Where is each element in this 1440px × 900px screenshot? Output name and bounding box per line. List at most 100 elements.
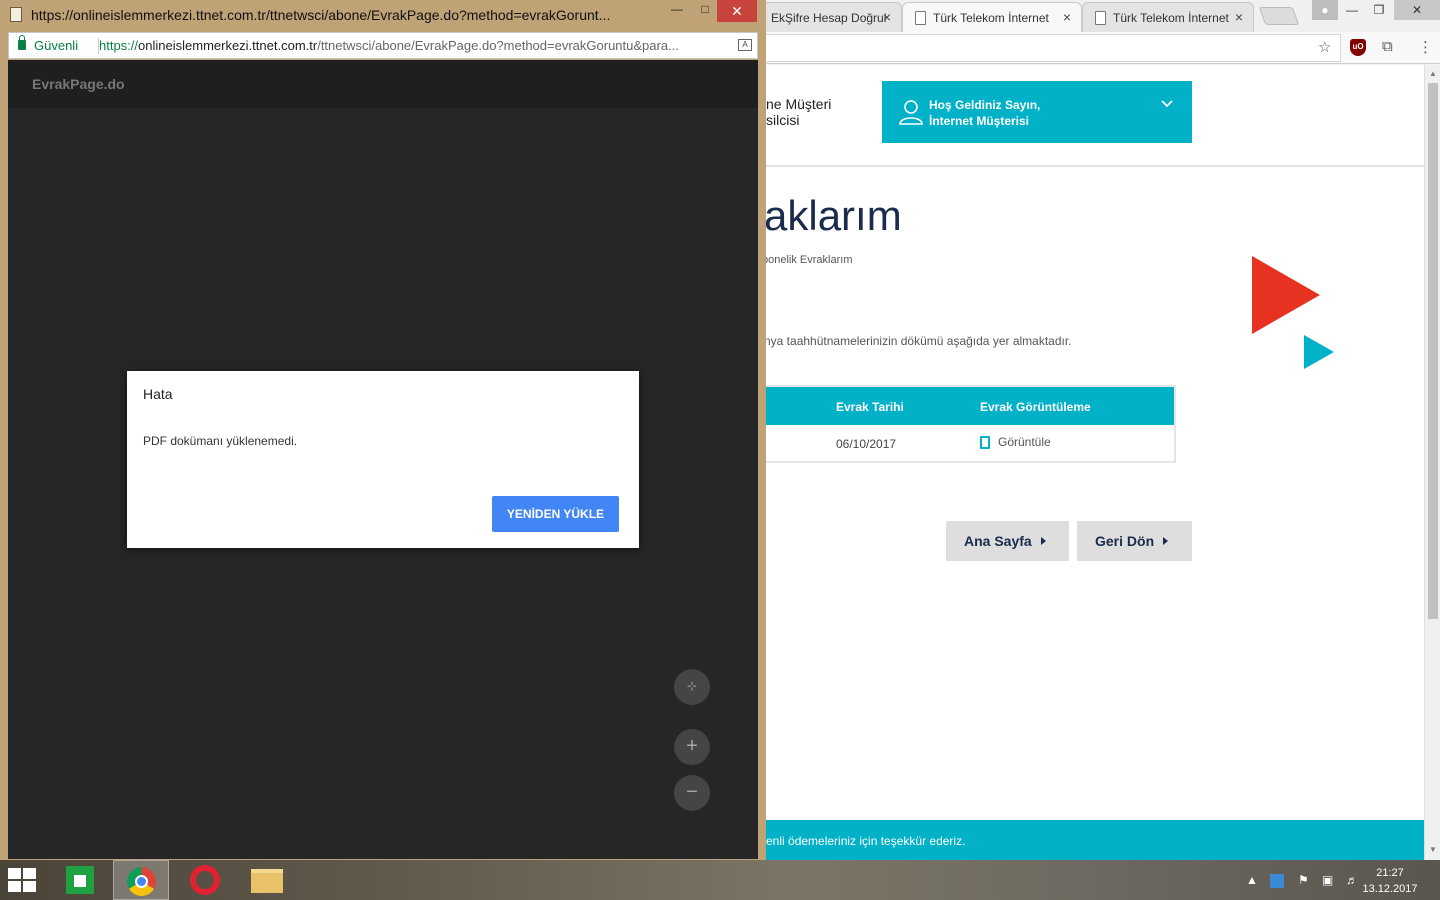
home-button[interactable]: Ana Sayfa bbox=[946, 521, 1069, 561]
tab-turk-telekom-active[interactable]: Türk Telekom İnternet × bbox=[902, 2, 1082, 32]
windows-start-icon[interactable] bbox=[8, 868, 38, 892]
teal-triangle-decoration bbox=[1304, 335, 1334, 369]
column-header-date: Evrak Tarihi bbox=[836, 400, 904, 414]
lock-icon bbox=[18, 35, 26, 50]
breadcrumb: bonelik Evraklarım bbox=[762, 254, 853, 266]
zoom-in-icon[interactable]: + bbox=[674, 729, 710, 765]
page-scrollbar[interactable]: ▲ ▼ bbox=[1424, 65, 1440, 860]
column-header-view: Evrak Görüntüleme bbox=[980, 400, 1091, 414]
pdf-toolbar: EvrakPage.do bbox=[8, 60, 758, 108]
welcome-line-2: İnternet Müşterisi bbox=[929, 114, 1030, 128]
popup-window: https://onlineislemmerkezi.ttnet.com.tr/… bbox=[0, 0, 766, 866]
store-icon bbox=[66, 866, 94, 894]
network-app-icon[interactable] bbox=[1270, 874, 1284, 888]
main-toolbar: ☆ uO ⧉ ⋮ bbox=[766, 32, 1440, 64]
tab-label: EkŞifre Hesap Doğrul bbox=[771, 11, 887, 25]
reload-button[interactable]: YENİDEN YÜKLE bbox=[492, 496, 619, 532]
agent-line-1: ne Müşteri bbox=[766, 96, 832, 112]
table-row: 06/10/2017 Görüntüle bbox=[766, 425, 1174, 461]
star-icon[interactable]: ☆ bbox=[1318, 38, 1331, 56]
close-icon[interactable]: ✕ bbox=[1394, 0, 1440, 20]
page-header: ne Müşteri silcisi Hoş Geldiniz Sayın, İ… bbox=[766, 65, 1424, 167]
clock-date: 13.12.2017 bbox=[1362, 883, 1418, 895]
tab-label: Türk Telekom İnternet bbox=[1113, 11, 1229, 25]
welcome-text: Hoş Geldiniz Sayın, İnternet Müşterisi bbox=[929, 97, 1040, 129]
popup-title: https://onlineislemmerkezi.ttnet.com.tr/… bbox=[31, 7, 611, 23]
volume-icon[interactable]: ♬ bbox=[1346, 873, 1358, 887]
new-tab-button[interactable] bbox=[1258, 7, 1300, 25]
table-header: Evrak Tarihi Evrak Görüntüleme bbox=[766, 387, 1174, 425]
page-title: aklarım bbox=[764, 192, 902, 239]
scroll-up-icon[interactable]: ▲ bbox=[1429, 69, 1437, 78]
taskbar-store[interactable] bbox=[52, 860, 108, 900]
maximize-icon[interactable]: □ bbox=[692, 2, 718, 22]
zoom-out-icon[interactable]: − bbox=[674, 775, 710, 811]
tab-close-icon[interactable]: × bbox=[1063, 9, 1071, 25]
clock-time: 21:27 bbox=[1376, 867, 1404, 879]
dialog-message: PDF dokümanı yüklenemedi. bbox=[143, 434, 298, 448]
user-profile-icon[interactable]: ● bbox=[1312, 0, 1338, 20]
view-document-link[interactable]: Görüntüle bbox=[980, 435, 1051, 449]
close-icon[interactable]: ✕ bbox=[717, 0, 757, 22]
taskbar: ▲ ⚑ ▣ ♬ 21:27 13.12.2017 bbox=[0, 860, 1440, 900]
action-center-flag-icon[interactable]: ⚑ bbox=[1298, 873, 1309, 887]
chevron-down-icon bbox=[1161, 100, 1173, 108]
url-path: /ttnetwsci/abone/EvrakPage.do?method=evr… bbox=[317, 38, 679, 53]
chrome-icon bbox=[127, 867, 156, 896]
address-bar[interactable] bbox=[766, 34, 1341, 62]
opera-icon bbox=[190, 865, 220, 895]
dialog-title: Hata bbox=[143, 386, 173, 402]
scroll-down-icon[interactable]: ▼ bbox=[1429, 845, 1437, 854]
tab-turk-telekom[interactable]: Türk Telekom İnternet × bbox=[1082, 2, 1254, 32]
page-icon bbox=[1095, 11, 1106, 25]
red-triangle-decoration bbox=[1252, 256, 1320, 334]
web-page: ne Müşteri silcisi Hoş Geldiniz Sayın, İ… bbox=[762, 65, 1424, 860]
popup-address-bar[interactable]: Güvenli https://onlineislemmerkezi.ttnet… bbox=[8, 32, 758, 59]
taskbar-file-explorer[interactable] bbox=[239, 860, 295, 900]
tab-close-icon[interactable]: × bbox=[883, 9, 891, 25]
show-hidden-icons-icon[interactable]: ▲ bbox=[1246, 873, 1258, 887]
page-icon bbox=[915, 11, 926, 25]
tab-label: Türk Telekom İnternet bbox=[933, 11, 1049, 25]
taskbar-chrome[interactable] bbox=[113, 860, 169, 900]
page-icon bbox=[10, 7, 22, 22]
back-button-label: Geri Dön bbox=[1095, 533, 1155, 549]
documents-table: Evrak Tarihi Evrak Görüntüleme 06/10/201… bbox=[764, 385, 1176, 463]
agent-line-2: silcisi bbox=[766, 112, 800, 128]
network-icon[interactable]: ▣ bbox=[1322, 873, 1333, 887]
pdf-title: EvrakPage.do bbox=[32, 76, 125, 92]
scrollbar-thumb[interactable] bbox=[1428, 83, 1438, 619]
minimize-icon[interactable]: — bbox=[664, 2, 690, 22]
url-host: onlineislemmerkezi.ttnet.com.tr bbox=[138, 38, 318, 53]
back-button[interactable]: Geri Dön bbox=[1077, 521, 1192, 561]
user-icon bbox=[899, 100, 923, 125]
popup-url: https://onlineislemmerkezi.ttnet.com.tr/… bbox=[99, 38, 733, 53]
document-date: 06/10/2017 bbox=[836, 437, 897, 451]
translate-icon[interactable]: A bbox=[738, 39, 752, 51]
secure-label: Güvenli bbox=[34, 38, 79, 53]
file-explorer-icon bbox=[251, 869, 283, 893]
restore-icon[interactable]: ❐ bbox=[1365, 0, 1393, 20]
fit-page-icon[interactable]: ⊹ bbox=[674, 669, 710, 705]
document-icon bbox=[980, 435, 990, 449]
view-label: Görüntüle bbox=[998, 435, 1051, 449]
arrow-right-icon bbox=[1163, 537, 1169, 545]
customer-agent-label[interactable]: ne Müşteri silcisi bbox=[766, 96, 831, 128]
minimize-icon[interactable]: — bbox=[1338, 0, 1366, 20]
menu-icon[interactable]: ⋮ bbox=[1418, 38, 1433, 56]
footer-banner: enli ödemeleriniz için teşekkür ederiz. bbox=[766, 820, 1424, 860]
arrow-right-icon bbox=[1040, 537, 1046, 545]
welcome-dropdown[interactable]: Hoş Geldiniz Sayın, İnternet Müşterisi bbox=[882, 81, 1192, 143]
url-protocol: https:// bbox=[99, 38, 139, 53]
tab-close-icon[interactable]: × bbox=[1235, 9, 1243, 25]
page-description: nya taahhütnamelerinizin dökümü aşağıda … bbox=[764, 334, 1072, 348]
extension-icon[interactable]: ⧉ bbox=[1382, 38, 1393, 55]
taskbar-opera[interactable] bbox=[177, 860, 233, 900]
home-button-label: Ana Sayfa bbox=[964, 533, 1032, 549]
popup-title-bar: https://onlineislemmerkezi.ttnet.com.tr/… bbox=[0, 0, 766, 30]
ublock-icon[interactable]: uO bbox=[1350, 39, 1366, 56]
welcome-line-1: Hoş Geldiniz Sayın, bbox=[929, 98, 1041, 112]
pdf-viewer: EvrakPage.do Hata PDF dokümanı yükleneme… bbox=[8, 60, 758, 859]
clock[interactable]: 21:27 13.12.2017 bbox=[1362, 865, 1418, 897]
error-dialog: Hata PDF dokümanı yüklenemedi. YENİDEN Y… bbox=[127, 371, 639, 548]
